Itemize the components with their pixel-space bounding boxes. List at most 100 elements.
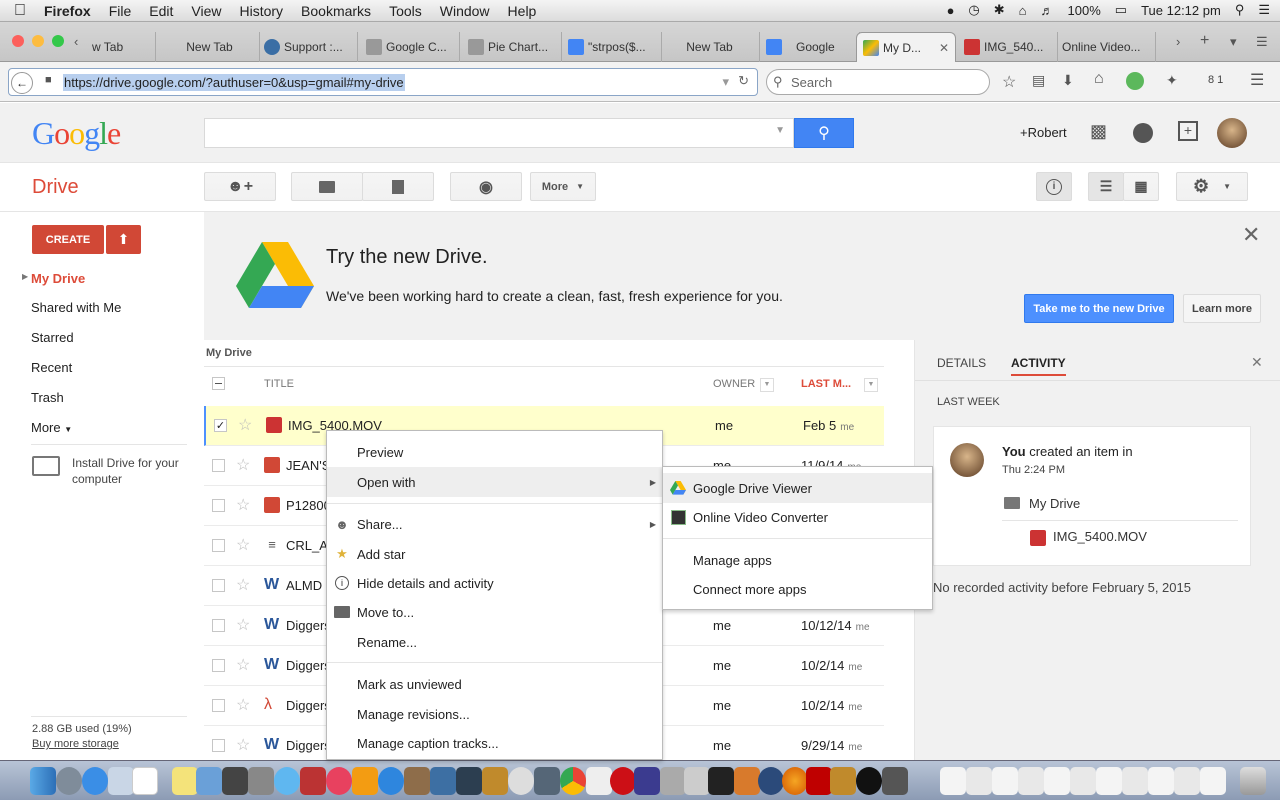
settings-button[interactable]: ⚙ ▼ (1176, 172, 1248, 201)
row-checkbox[interactable] (212, 499, 225, 512)
app-icon[interactable] (534, 767, 560, 795)
drive-title[interactable]: Drive (32, 176, 79, 199)
back-icon[interactable]: ← (11, 72, 33, 94)
star-icon[interactable]: ☆ (236, 615, 250, 635)
extension-badge[interactable]: 8 1 (1208, 74, 1223, 86)
url-bar[interactable]: ← ■ https://drive.google.com/?authuser=0… (8, 68, 758, 96)
app-icon[interactable] (222, 767, 248, 795)
safari-icon[interactable] (82, 767, 108, 795)
opera-icon[interactable] (610, 767, 636, 795)
close-tab-icon[interactable]: ✕ (939, 41, 949, 55)
menu-item-rename[interactable]: Rename... (327, 627, 662, 657)
close-panel-icon[interactable]: ✕ (1251, 354, 1263, 371)
list-view-button[interactable]: ☰ (1088, 172, 1124, 201)
app-icon[interactable] (248, 767, 274, 795)
file-name[interactable]: JEAN'S (286, 458, 330, 473)
firefox-icon[interactable] (782, 767, 808, 795)
menu-view[interactable]: View (191, 3, 221, 19)
star-icon[interactable]: ☆ (236, 495, 250, 515)
chrome-icon[interactable] (560, 767, 586, 795)
drive-search-input[interactable]: ▼ (204, 118, 794, 148)
tab-11[interactable]: Online Video... (1056, 32, 1156, 62)
status-icon[interactable]: ● (947, 3, 955, 18)
launchpad-icon[interactable] (56, 767, 82, 795)
app-icon[interactable] (404, 767, 430, 795)
menu-item-mark-unviewed[interactable]: Mark as unviewed (327, 669, 662, 699)
tab-activity[interactable]: ACTIVITY (1011, 356, 1066, 376)
calendar-icon[interactable] (132, 767, 158, 795)
search-button[interactable]: ⚲ (794, 118, 854, 148)
tab-groups-icon[interactable]: ☰ (1256, 34, 1268, 50)
move-to-folder-button[interactable] (291, 172, 363, 201)
notification-icon[interactable]: ☰ (1258, 2, 1270, 18)
spotlight-icon[interactable]: ⚲ (1235, 2, 1245, 18)
preview-button[interactable]: ◉ (450, 172, 522, 201)
document-icon[interactable] (1018, 767, 1044, 795)
app-icon[interactable] (430, 767, 456, 795)
menu-item-preview[interactable]: Preview (327, 437, 662, 467)
owner-sort-icon[interactable]: ▼ (760, 378, 774, 392)
buy-storage-link[interactable]: Buy more storage (32, 738, 119, 750)
app-icon[interactable] (456, 767, 482, 795)
document-icon[interactable] (1148, 767, 1174, 795)
grid-view-button[interactable]: ▦ (1123, 172, 1159, 201)
upload-button[interactable]: ⬆ (106, 225, 141, 254)
document-icon[interactable] (1070, 767, 1096, 795)
more-actions-button[interactable]: More ▼ (530, 172, 596, 201)
google-logo[interactable]: Google (32, 115, 121, 152)
column-owner[interactable]: OWNER (713, 378, 755, 390)
activity-folder[interactable]: My Drive (1029, 496, 1080, 511)
sidebar-item-shared[interactable]: Shared with Me (31, 300, 121, 315)
tab-2[interactable]: New Tab (160, 32, 260, 62)
app-icon[interactable] (830, 767, 856, 795)
document-icon[interactable] (1174, 767, 1200, 795)
menu-tools[interactable]: Tools (389, 3, 422, 19)
mail-icon[interactable] (108, 767, 134, 795)
close-window-icon[interactable] (12, 35, 24, 47)
url-dropdown-icon[interactable]: ▾ (722, 74, 729, 90)
menu-item-hide-details[interactable]: i Hide details and activity (327, 568, 662, 598)
document-icon[interactable] (1200, 767, 1226, 795)
ibooks-icon[interactable] (352, 767, 378, 795)
document-icon[interactable] (966, 767, 992, 795)
app-icon[interactable] (482, 767, 508, 795)
volume-icon[interactable]: ♬ (1041, 3, 1054, 18)
menu-item-manage-revisions[interactable]: Manage revisions... (327, 699, 662, 729)
expand-arrow-icon[interactable]: ▶ (22, 272, 28, 281)
sidebar-item-recent[interactable]: Recent (31, 360, 72, 375)
finder-icon[interactable] (30, 767, 56, 795)
file-name[interactable]: Diggers (286, 618, 331, 633)
share-plus-icon[interactable]: + (1178, 121, 1198, 141)
details-toggle-button[interactable]: i (1036, 172, 1072, 201)
bluetooth-icon[interactable]: ✱ (994, 2, 1005, 18)
file-name[interactable]: Diggers (286, 658, 331, 673)
tab-10[interactable]: IMG_540... (958, 32, 1058, 62)
sidebar-item-starred[interactable]: Starred (31, 330, 74, 345)
messages-icon[interactable] (274, 767, 300, 795)
apple-icon[interactable]:  (14, 2, 26, 20)
row-checkbox[interactable] (212, 699, 225, 712)
star-icon[interactable]: ☆ (236, 695, 250, 715)
menu-firefox[interactable]: Firefox (44, 3, 91, 19)
new-tab-icon[interactable]: + (1200, 32, 1209, 50)
star-icon[interactable]: ☆ (236, 735, 250, 755)
terminal-icon[interactable] (708, 767, 734, 795)
menu-item-video-converter[interactable]: Online Video Converter (663, 502, 932, 532)
app-icon[interactable] (196, 767, 222, 795)
row-checkbox[interactable] (212, 459, 225, 472)
menu-history[interactable]: History (239, 3, 283, 19)
itunes-icon[interactable] (326, 767, 352, 795)
create-button[interactable]: CREATE (32, 225, 104, 254)
tab-1[interactable]: w Tab (86, 32, 156, 62)
app-icon[interactable] (586, 767, 612, 795)
document-icon[interactable] (992, 767, 1018, 795)
close-icon[interactable]: ✕ (1242, 222, 1260, 248)
reading-list-icon[interactable]: ▤ (1032, 72, 1045, 89)
star-icon[interactable]: ☆ (236, 655, 250, 675)
app-icon[interactable] (508, 767, 534, 795)
reload-icon[interactable]: ↻ (738, 73, 749, 89)
menu-item-add-star[interactable]: ★ Add star (327, 539, 662, 569)
extension-icon[interactable]: ✦ (1166, 72, 1178, 89)
menu-item-manage-captions[interactable]: Manage caption tracks... (327, 728, 662, 758)
downloads-icon[interactable]: ⬇ (1062, 72, 1074, 89)
